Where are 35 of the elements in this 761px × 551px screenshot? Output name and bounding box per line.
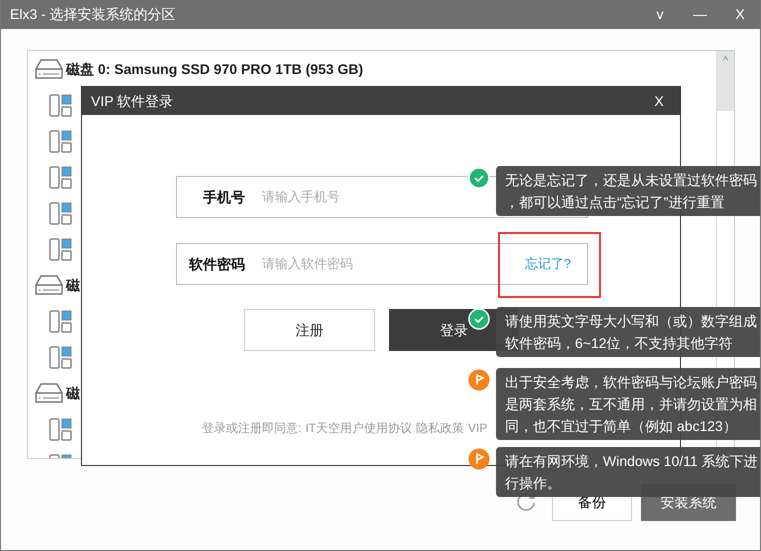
annotation-tooltip: 出于安全考虑，软件密码与论坛账户密码是两套系统，互不通用，并请勿设置为相同，也不宜过于简单（例如 abc123） [496,368,760,440]
field-label: 软件密码 [188,254,245,274]
window-title: Elx3 - 选择安装系统的分区 [9,5,177,24]
partition-icon [49,94,72,116]
dropdown-button[interactable]: v [640,4,680,25]
minimize-button[interactable]: — [680,4,720,25]
close-button[interactable]: X [638,90,680,112]
drive-icon [35,58,63,80]
agreement-link[interactable]: 隐私政策 [416,419,464,437]
partition-icon [49,130,72,152]
field-label: 手机号 [202,188,245,206]
disk-label: 磁 [66,384,80,402]
partition-icon [49,346,72,368]
partition-icon [49,166,72,188]
agreement-link[interactable]: IT天空用户使用协议 [305,419,412,437]
annotation-tooltip: 请在有网环境，Windows 10/11 系统下进行操作。 [496,447,760,497]
flag-icon [468,369,490,391]
disk-label: 磁盘 0: Samsung SSD 970 PRO 1TB (953 GB) [66,60,364,79]
dialog-title: VIP 软件登录 [91,92,174,110]
input-field[interactable]: 请输入手机号 [260,186,460,208]
annotation-tooltip: 请使用英文字母大小写和（或）数字组成软件密码，6~12位，不支持其他字符 [496,307,760,357]
drive-icon [35,274,63,296]
partition-icon [49,418,72,440]
input-field[interactable]: 请输入软件密码 [260,253,460,275]
disk-label: 磁 [66,276,80,294]
drive-icon [35,382,63,404]
partition-icon [49,238,72,260]
partition-icon [49,202,72,224]
annotation-tooltip: 无论是忘记了，还是从未设置过软件密码，都可以通过点击“忘记了”进行重置 [496,166,760,216]
agreement-link[interactable]: VIP [468,419,488,437]
forgot-password-link[interactable]: 忘记了? [524,254,571,274]
close-button[interactable]: X [720,4,760,25]
agreement-text: 登录或注册即同意: [202,420,302,437]
register-button[interactable]: 注册 [244,309,375,351]
partition-icon [49,310,72,332]
